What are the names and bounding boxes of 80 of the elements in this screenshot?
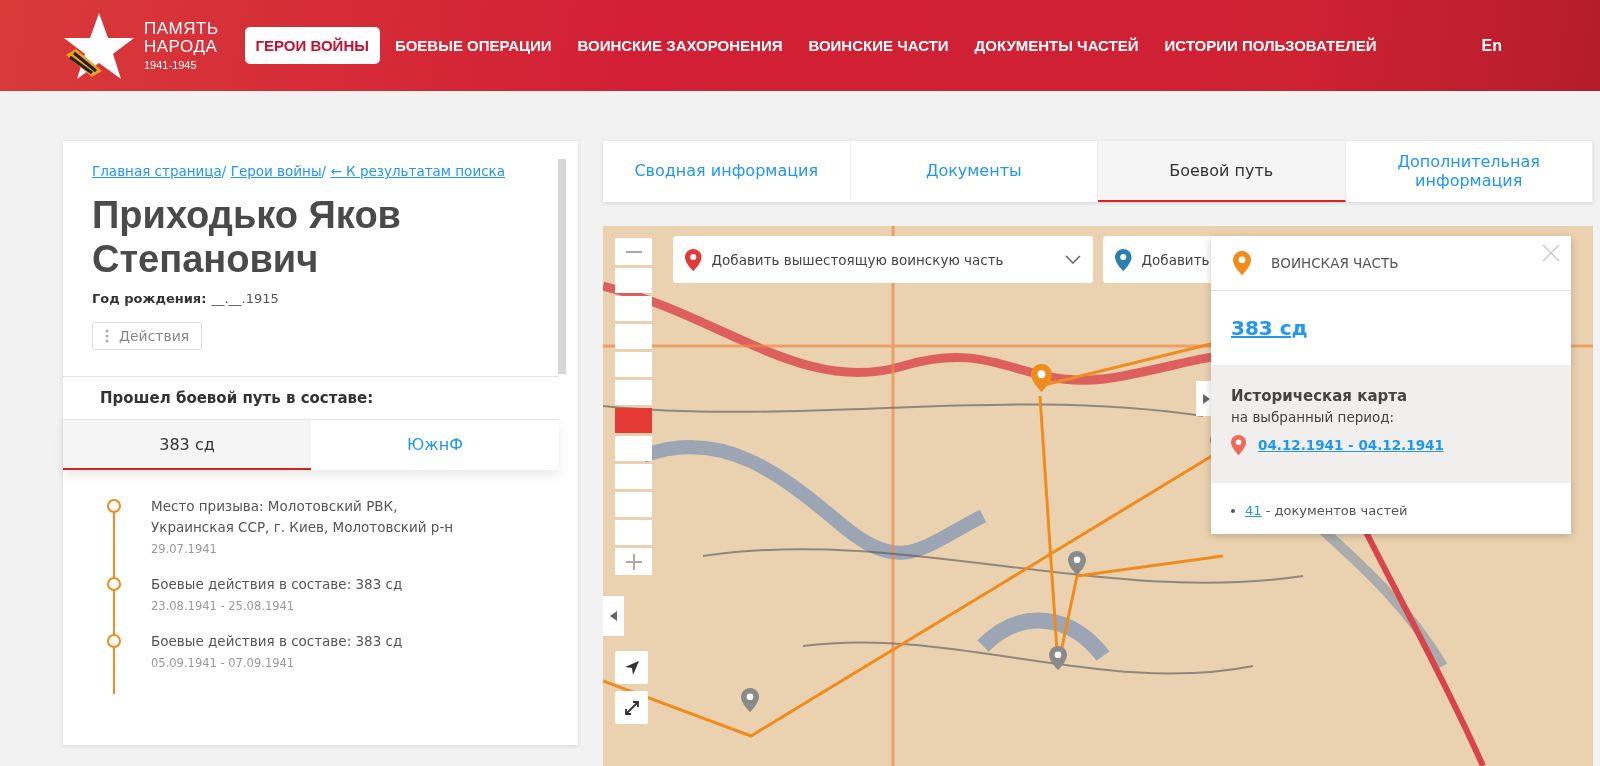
zoom-level-step[interactable] [615,268,652,293]
map-pin-icon [685,248,702,271]
zoom-slider[interactable] [615,268,652,545]
navigation-arrow-icon [623,659,640,676]
breadcrumb-link[interactable]: Герои войны [230,163,322,179]
zoom-in-button[interactable] [615,548,652,575]
unit-tab[interactable]: 383 сд [63,420,311,470]
bullet [1231,508,1235,513]
timeline-dot [107,634,121,648]
plus-icon [625,553,642,570]
expand-arrows-icon [623,699,640,716]
birth-value: __.__.1915 [211,291,279,306]
locate-button[interactable] [615,651,648,684]
language-link[interactable]: En [1481,36,1502,55]
breadcrumb-link[interactable]: Главная страница [92,163,222,179]
more-icon [105,329,109,343]
breadcrumb-link[interactable]: ← К результатам поиска [330,163,505,179]
zoom-level-step[interactable] [615,464,652,489]
timeline-dot [107,499,121,513]
breadcrumb-separator: / [321,163,328,179]
timeline-line [113,645,115,694]
zoom-level-step[interactable] [615,296,652,321]
fullscreen-button[interactable] [615,691,648,724]
section-title: Прошел боевой путь в составе: [63,376,559,419]
map-pin-icon [1068,551,1086,575]
map-pin-icon [1031,364,1052,392]
timeline-event: Место призыва: Молотовский РВК, Украинская ССР, г. Киев, Молотовский р-н [151,497,455,537]
period-link[interactable]: 04.12.1941 - 04.12.1941 [1258,437,1444,453]
zoom-level-step[interactable] [615,520,652,545]
timeline-line [113,510,115,580]
map-pin-icon [1049,646,1067,670]
nav-link[interactable]: ГЕРОИ ВОЙНЫ [244,27,380,64]
zoom-slider-thumb[interactable] [615,408,652,433]
timeline-event: Боевые действия в составе: 383 сд [151,632,404,651]
timeline-event: Боевые действия в составе: 383 сд [151,575,404,594]
timeline-date: 23.08.1941 - 25.08.1941 [151,599,296,613]
birth-label: Год рождения: [92,291,207,306]
document-count-link[interactable]: 41 [1245,503,1262,518]
unit-link[interactable]: 383 сд [1211,291,1571,365]
logo-title: НАРОДА [144,38,219,56]
nav-link[interactable]: ВОИНСКИЕ ЗАХОРОНЕНИЯ [566,27,794,64]
zoom-level-step[interactable] [615,352,652,377]
document-count-text: 41 - документов частей [1245,503,1408,518]
unit-tab[interactable]: ЮжнФ [311,420,559,470]
nav-link[interactable]: ВОИНСКИЕ ЧАСТИ [797,27,960,64]
map-pin-icon [1115,248,1132,271]
breadcrumb-separator: / [221,163,228,179]
logo-years: 1941-1945 [144,59,198,71]
map-pin-icon [741,688,759,712]
logo-title: ПАМЯТЬ [144,20,219,38]
close-icon [1542,244,1560,262]
nav-link[interactable]: ИСТОРИИ ПОЛЬЗОВАТЕЛЕЙ [1153,27,1388,64]
scrollbar[interactable] [558,159,566,374]
tab[interactable]: Дополнительная информация [1345,141,1593,202]
historical-map[interactable]: Добавить вышестоящую воинскую часть Добавить ВОИНСКАЯ ЧАСТЬ 383 сд Историческая карта на выбранный период: 04.12.1941 - 04.12.1941 41 - документов частей [603,226,1593,766]
zoom-level-step[interactable] [615,380,652,405]
close-button[interactable] [1541,244,1561,264]
timeline-date: 29.07.1941 [151,542,218,556]
zoom-level-step[interactable] [615,324,652,349]
nav-link[interactable]: ДОКУМЕНТЫ ЧАСТЕЙ [963,27,1150,64]
actions-button[interactable]: Действия [92,322,203,350]
map-pin-icon [1231,435,1246,455]
tab[interactable]: Боевой путь [1098,141,1346,202]
timeline-line [113,588,115,637]
unit-selector[interactable]: Добавить вышестоящую воинскую часть [673,236,1093,283]
timeline-dot [107,577,121,591]
panel-subtitle: на выбранный период: [1231,409,1396,425]
collapse-panel-button[interactable] [603,596,624,636]
zoom-level-step[interactable] [615,436,652,461]
panel-title: Историческая карта [1231,387,1409,405]
minus-icon [625,250,642,253]
tab[interactable]: Сводная информация [603,141,851,202]
caret-left-icon [610,611,617,621]
zoom-out-button[interactable] [615,238,652,265]
zoom-level-step[interactable] [615,492,652,517]
timeline-date: 05.09.1941 - 07.09.1941 [151,656,296,670]
tab[interactable]: Документы [850,141,1098,202]
map-pin-icon [1233,251,1251,275]
nav-link[interactable]: БОЕВЫЕ ОПЕРАЦИИ [383,27,563,64]
person-name: Приходько Яков Степанович [92,193,402,281]
